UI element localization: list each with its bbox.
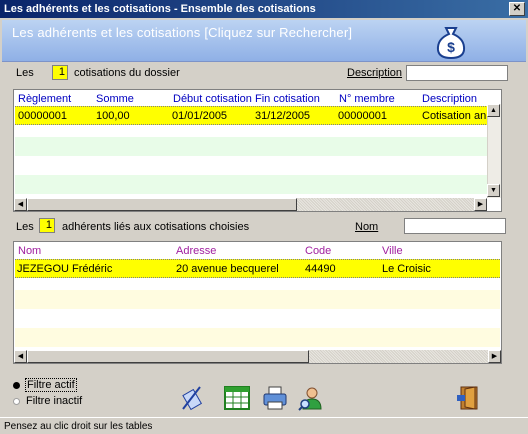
col-reglement[interactable]: Règlement <box>18 93 71 105</box>
col-somme[interactable]: Somme <box>96 93 134 105</box>
printer-icon[interactable] <box>262 385 288 411</box>
empty-row <box>15 290 500 309</box>
table-row[interactable]: 00000001 100,00 01/01/2005 31/12/2005 00… <box>15 106 488 125</box>
spreadsheet-icon[interactable] <box>224 385 250 411</box>
calculator-pen-icon[interactable] <box>180 385 206 411</box>
cell-debut: 01/01/2005 <box>172 110 228 122</box>
svg-text:$: $ <box>447 39 455 55</box>
filter-inactive-label[interactable]: Filtre inactif <box>26 395 82 407</box>
scroll-down-arrow-icon[interactable]: ▼ <box>487 184 500 197</box>
scroll-left-arrow-icon[interactable]: ◀ <box>14 350 27 363</box>
close-window-button[interactable]: ✕ <box>509 2 525 16</box>
description-field[interactable] <box>406 65 508 81</box>
scroll-thumb[interactable] <box>27 198 297 211</box>
user-search-icon[interactable] <box>298 385 324 411</box>
cell-nom: JEZEGOU Frédéric <box>17 263 113 275</box>
exit-door-icon[interactable] <box>455 385 481 411</box>
empty-row <box>15 175 488 194</box>
scroll-up-arrow-icon[interactable]: ▲ <box>487 104 500 117</box>
cell-membre: 00000001 <box>338 110 387 122</box>
scroll-right-arrow-icon[interactable]: ▶ <box>474 198 487 211</box>
cell-description: Cotisation annue <box>422 110 488 122</box>
scroll-left-arrow-icon[interactable]: ◀ <box>14 198 27 211</box>
col-ville[interactable]: Ville <box>382 245 403 257</box>
filter-inactive-radio[interactable] <box>13 398 20 405</box>
money-bag-icon: $ <box>436 27 466 60</box>
filter-active-radio[interactable] <box>13 382 20 389</box>
window-title: Les adhérents et les cotisations - Ensem… <box>4 3 316 15</box>
col-numero-membre[interactable]: N° membre <box>339 93 395 105</box>
adherents-count-label: adhérents liés aux cotisations choisies <box>62 221 250 233</box>
window-title-bar: Les adhérents et les cotisations - Ensem… <box>0 0 528 18</box>
cell-somme: 100,00 <box>96 110 130 122</box>
description-label: Description <box>347 67 403 79</box>
cotisations-prefix: Les <box>16 67 34 79</box>
cell-fin: 31/12/2005 <box>255 110 311 122</box>
scroll-right-arrow-icon[interactable]: ▶ <box>488 350 501 363</box>
col-adresse[interactable]: Adresse <box>176 245 216 257</box>
empty-row <box>15 309 500 328</box>
banner-title: Les adhérents et les cotisations [Clique… <box>12 25 353 40</box>
cell-ville: Le Croisic <box>382 263 431 275</box>
col-description[interactable]: Description <box>422 93 477 105</box>
adherents-table[interactable]: Nom Adresse Code Ville JEZEGOU Frédéric … <box>13 241 502 364</box>
cotisations-count: 1 <box>52 65 68 80</box>
empty-row <box>15 328 500 347</box>
col-fin-cotisation[interactable]: Fin cotisation <box>255 93 320 105</box>
empty-row <box>15 156 488 175</box>
adherents-prefix: Les <box>16 221 34 233</box>
col-debut-cotisation[interactable]: Début cotisation <box>173 93 252 105</box>
col-nom[interactable]: Nom <box>18 245 41 257</box>
table-row[interactable]: JEZEGOU Frédéric 20 avenue becquerel 444… <box>15 259 500 278</box>
col-code[interactable]: Code <box>305 245 331 257</box>
cell-reglement: 00000001 <box>18 110 67 122</box>
empty-row <box>15 137 488 156</box>
adherents-count: 1 <box>39 218 55 233</box>
scroll-thumb[interactable] <box>27 350 309 363</box>
nom-field[interactable] <box>404 218 506 234</box>
status-bar: Pensez au clic droit sur les tables <box>0 417 528 434</box>
cotisations-count-label: cotisations du dossier <box>74 67 180 79</box>
cell-adresse: 20 avenue becquerel <box>176 263 279 275</box>
cotisations-table[interactable]: Règlement Somme Début cotisation Fin cot… <box>13 89 502 212</box>
cell-code: 44490 <box>305 263 336 275</box>
filter-active-label[interactable]: Filtre actif <box>25 378 77 392</box>
nom-label: Nom <box>355 221 379 233</box>
status-text: Pensez au clic droit sur les tables <box>4 421 153 432</box>
